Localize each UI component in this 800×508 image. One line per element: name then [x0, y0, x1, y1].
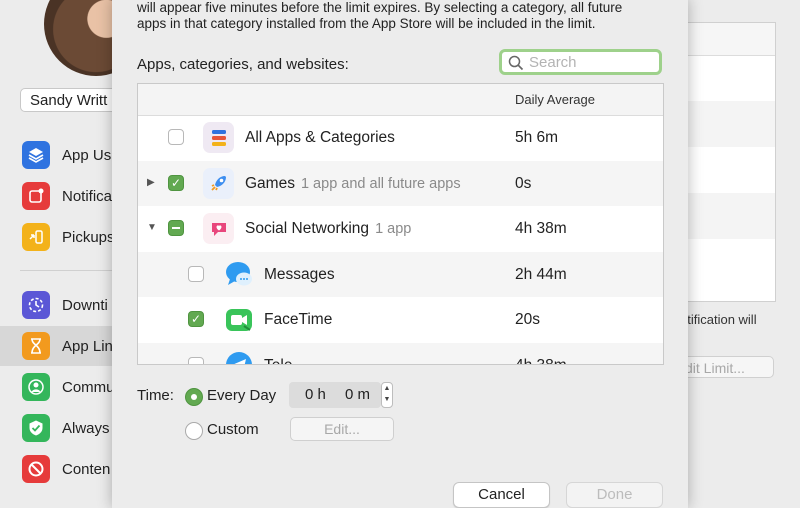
app-limit-sheet: will appear five minutes before the limi…: [112, 0, 688, 508]
table-row: [688, 101, 775, 147]
search-icon: [508, 55, 524, 71]
sidebar-item-communication[interactable]: Commu: [0, 367, 115, 407]
row-daily-average: 20s: [515, 311, 540, 328]
row-checkbox[interactable]: [168, 220, 184, 236]
hours-value[interactable]: 0 h: [305, 382, 326, 408]
apps-table: Daily Average All Apps & Categories 5h 6…: [137, 83, 664, 365]
edit-custom-button[interactable]: Edit...: [290, 417, 394, 441]
sidebar-item-label: Downti: [62, 296, 108, 314]
hourglass-icon: [22, 332, 50, 360]
table-header: Daily Average: [138, 84, 663, 116]
row-daily-average: 4h 38m: [515, 220, 567, 237]
sidebar-item-pickups[interactable]: Pickups: [0, 217, 115, 257]
table-row[interactable]: All Apps & Categories 5h 6m: [138, 115, 663, 161]
sidebar-item-app-usage[interactable]: App Us: [0, 135, 112, 175]
minutes-value[interactable]: 0 m: [345, 382, 370, 408]
sidebar-item-label: Commu: [62, 378, 115, 396]
every-day-radio[interactable]: [185, 388, 203, 406]
table-row: [688, 193, 775, 239]
time-limit-field[interactable]: 0 h 0 m: [289, 382, 381, 408]
row-name: Games 1 app and all future apps: [245, 175, 461, 193]
rocket-icon: [203, 167, 234, 199]
row-name: Messages: [264, 265, 335, 283]
sidebar-item-content-privacy[interactable]: Conten: [0, 449, 112, 489]
table-row[interactable]: ▶ ✓ Games 1 app and all future apps 0s: [138, 160, 663, 206]
cancel-button[interactable]: Cancel: [453, 482, 550, 508]
social-icon: [203, 213, 234, 244]
description-text: will appear five minutes before the limi…: [137, 0, 657, 32]
disclosure-triangle-icon[interactable]: ▼: [147, 222, 157, 233]
column-header-daily-average[interactable]: Daily Average: [515, 92, 595, 107]
table-row[interactable]: ▼ Social Networking 1 app 4h 38m: [138, 206, 663, 252]
row-checkbox[interactable]: [168, 129, 184, 145]
sidebar-item-label: Pickups: [62, 228, 115, 246]
row-checkbox[interactable]: ✓: [168, 174, 184, 191]
row-subtitle: 1 app: [375, 221, 412, 237]
row-checkbox[interactable]: [188, 265, 204, 282]
sidebar-item-downtime[interactable]: Downti: [0, 285, 112, 325]
list-label: Apps, categories, and websites:: [137, 56, 349, 73]
downtime-icon: [22, 291, 50, 319]
facetime-icon: [223, 304, 254, 335]
done-button[interactable]: Done: [566, 482, 663, 508]
row-name: All Apps & Categories: [245, 129, 395, 146]
table-row[interactable]: ✓ FaceTime 20s: [138, 297, 663, 343]
row-name: Tele: [264, 356, 293, 365]
row-name: FaceTime: [264, 311, 333, 328]
row-daily-average: 2h 44m: [515, 265, 567, 283]
row-name-text: Games: [245, 174, 295, 192]
row-checkbox[interactable]: [188, 356, 204, 364]
sidebar-item-label: Always: [62, 419, 110, 437]
search-input[interactable]: [529, 52, 657, 72]
sidebar-item-always-allowed[interactable]: Always: [0, 408, 112, 448]
sidebar-item-notifications[interactable]: Notificat: [0, 176, 116, 216]
row-daily-average: 0s: [515, 174, 532, 192]
search-field[interactable]: [499, 49, 662, 75]
row-name-text: Social Networking: [245, 220, 370, 237]
row-daily-average: 4h 38m: [515, 356, 567, 365]
disclosure-triangle-icon[interactable]: ▶: [147, 177, 155, 188]
table-row[interactable]: Messages 2h 44m: [138, 251, 663, 297]
sidebar-divider: [20, 270, 112, 271]
table-row[interactable]: Tele 4h 38m: [138, 342, 663, 365]
time-stepper[interactable]: ▲ ▼: [381, 382, 393, 408]
messages-icon: [223, 259, 254, 290]
every-day-label[interactable]: Every Day: [207, 387, 276, 404]
content-restrictions-icon: [22, 455, 50, 483]
row-daily-average: 5h 6m: [515, 129, 559, 146]
row-subtitle: 1 app and all future apps: [300, 175, 461, 192]
notification-icon: [22, 182, 50, 210]
custom-label[interactable]: Custom: [207, 421, 259, 438]
sidebar-item-label: App Us: [62, 146, 112, 164]
row-name: Social Networking 1 app: [245, 220, 411, 238]
all-apps-icon: [203, 122, 234, 153]
always-allowed-icon: [22, 414, 50, 442]
sidebar-item-label: App Lin: [62, 337, 113, 355]
pickup-icon: [22, 223, 50, 251]
time-label: Time:: [137, 387, 174, 404]
sidebar: Sandy Writt App Us Notificat Pickups Dow…: [0, 0, 148, 500]
table-header: [688, 23, 775, 56]
custom-radio[interactable]: [185, 422, 203, 440]
sidebar-item-app-limits[interactable]: App Lin: [0, 326, 113, 366]
notification-note: otification will: [680, 312, 757, 327]
communication-icon: [22, 373, 50, 401]
row-checkbox[interactable]: ✓: [188, 311, 204, 327]
telegram-icon: [223, 350, 254, 364]
chevron-up-icon[interactable]: ▲: [382, 383, 392, 394]
description-line: will appear five minutes before the limi…: [137, 0, 623, 15]
sidebar-item-label: Conten: [62, 460, 111, 478]
description-line: apps in that category installed from the…: [137, 16, 596, 31]
sidebar-item-label: Notificat: [62, 187, 117, 205]
layers-icon: [22, 141, 50, 169]
app-limits-table: [688, 22, 776, 302]
edit-limit-button[interactable]: dit Limit...: [676, 356, 774, 378]
chevron-down-icon[interactable]: ▼: [382, 394, 392, 405]
